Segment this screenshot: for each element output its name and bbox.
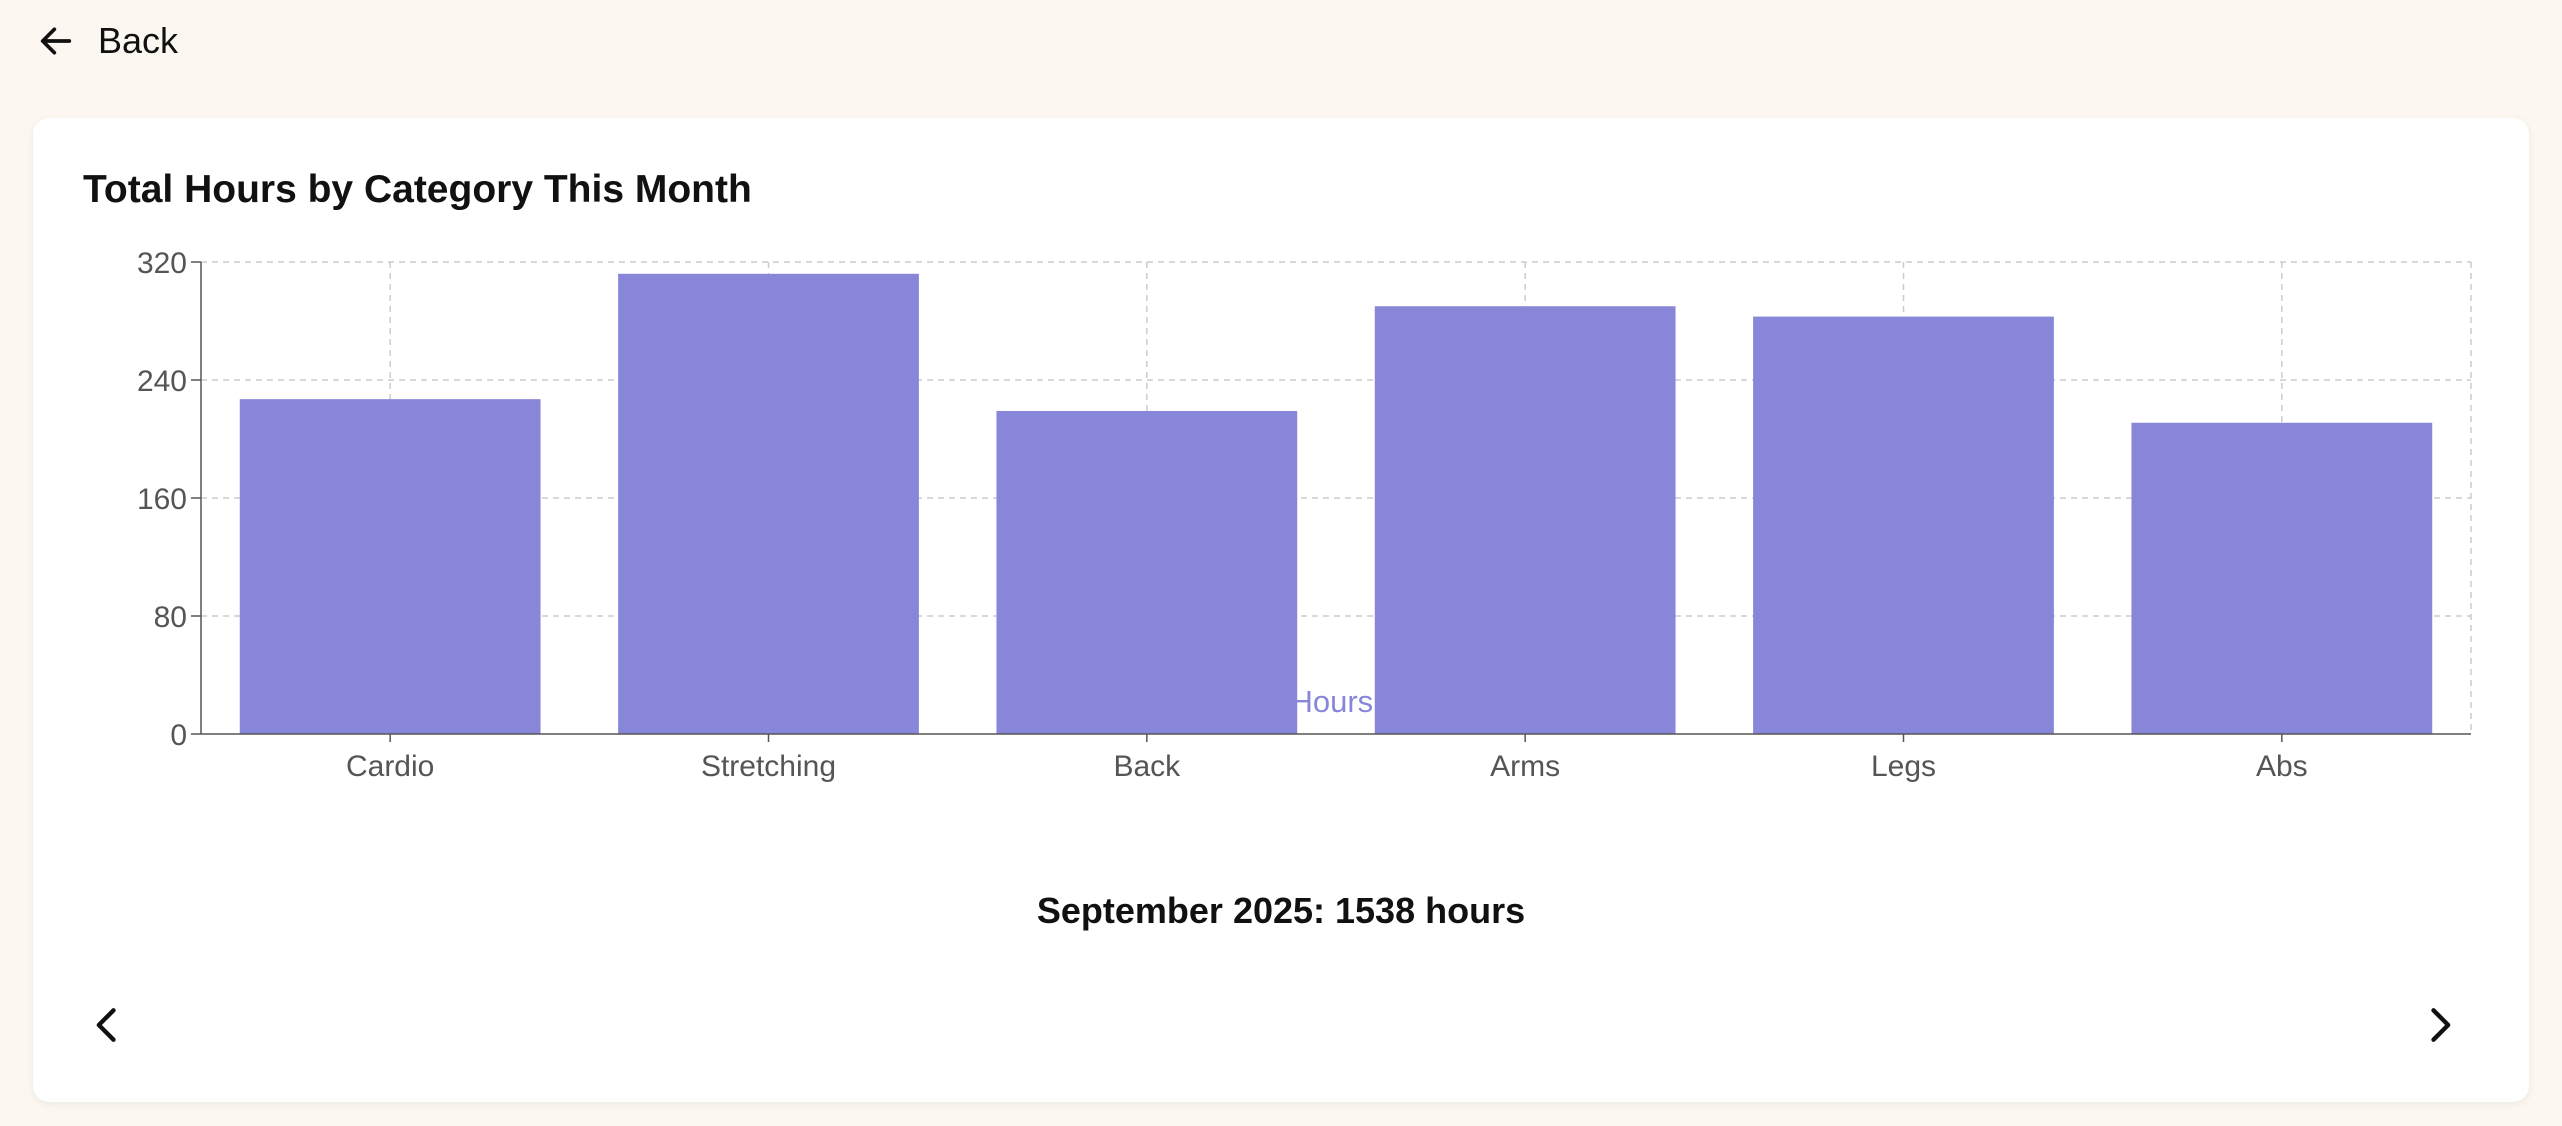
bar-legs [1753, 316, 2054, 734]
bar-stretching [618, 273, 919, 734]
back-label: Back [98, 20, 179, 61]
y-tick-label: 240 [137, 365, 187, 398]
y-tick-label: 160 [137, 483, 187, 516]
x-tick-label: Stretching [701, 750, 836, 783]
bar-cardio [239, 399, 541, 734]
arrow-left-icon [40, 27, 72, 55]
bar-arms [1374, 306, 1676, 734]
chevron-left-icon [96, 1008, 116, 1042]
chevron-right-icon [2431, 1008, 2451, 1042]
x-tick-label: Back [1113, 750, 1181, 783]
back-button[interactable]: Back [36, 14, 178, 68]
legend-swatch [1136, 689, 1163, 713]
y-tick-label: 80 [154, 601, 187, 634]
x-tick-label: Legs [1871, 750, 1936, 783]
month-summary: September 2025: 1538 hours [1036, 890, 1526, 931]
x-tick-label: Arms [1490, 750, 1560, 783]
bar-abs [2131, 422, 2433, 734]
chart-card: Total Hours by Category This Month 0 80 16… [33, 118, 2529, 1102]
next-month-button[interactable] [2404, 990, 2474, 1060]
x-tick-label: Abs [2256, 750, 2308, 783]
y-tick-label: 320 [137, 247, 187, 280]
x-tick-label: Cardio [346, 750, 434, 783]
bar-chart: 0 80 160 240 320 Cardio Stretching Back Arms Legs… [137, 247, 2472, 783]
legend-label: Training Hours [1171, 684, 1373, 719]
previous-month-button[interactable] [73, 990, 143, 1060]
y-tick-label: 0 [170, 719, 187, 752]
